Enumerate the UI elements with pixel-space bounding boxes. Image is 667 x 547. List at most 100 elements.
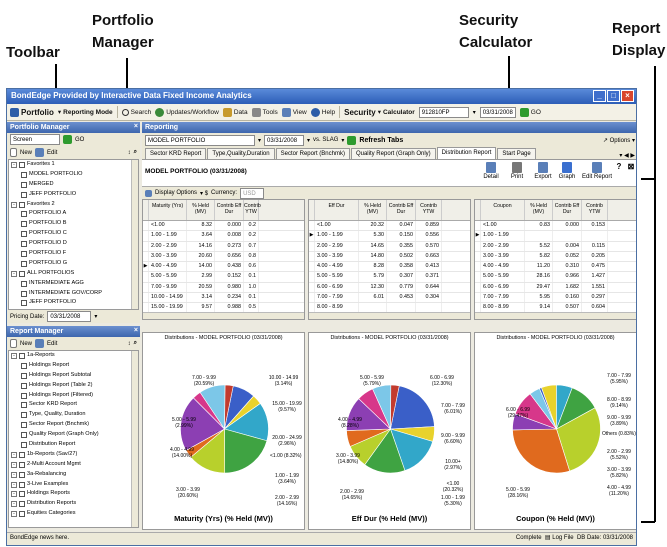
report-tree-folder[interactable]: - 2-Multi Account Mgmt [11,460,138,470]
portfolio-tree-folder[interactable]: - Favorites 2 [11,200,138,210]
portfolio-button[interactable]: Portfolio [10,107,54,117]
column-header[interactable]: Coupon [481,200,525,220]
chevron-down-icon[interactable]: ▾ [307,137,310,144]
table-row[interactable]: ▶ 1.00 - 1.99 [475,231,636,242]
report-tree-folder[interactable]: - 1b-Reports (Sav/27) [11,450,138,460]
table-row[interactable]: 6.00 - 6.99 12.30 0.779 0.644 [309,282,470,294]
table-row[interactable]: ▶ 1.00 - 1.99 5.30 0.150 0.556 [309,231,470,242]
report-tree-item[interactable]: Sector Report (Bnchmk) [11,420,138,430]
column-header[interactable]: % Held (MV) [525,200,553,220]
screen-go-button[interactable]: GO [75,137,84,143]
report-tree-item[interactable]: Distribution Report [11,440,138,450]
table-row[interactable]: 5.00 - 5.99 28.16 0.966 1.427 [475,272,636,283]
tools-button[interactable]: Tools [251,107,278,117]
portfolio-tree-item[interactable]: PORTFOLIO A [11,209,138,219]
cusip-input[interactable]: 912810FP [418,106,469,118]
panel-close-icon[interactable]: × [134,326,138,335]
table-row[interactable]: 6.00 - 6.99 29.47 1.682 1.551 [475,282,636,294]
scrollbar[interactable] [143,312,304,319]
expand-toggle-icon[interactable]: - [11,451,17,458]
report-tree-item[interactable]: Holdings Report (Table 2) [11,381,138,391]
portfolio-tree-item[interactable]: PORTFOLIO F [11,249,138,259]
report-tab[interactable]: Distribution Report [436,147,497,159]
expand-toggle-icon[interactable]: - [11,161,17,168]
edit-report-button[interactable]: Edit [47,341,57,347]
screen-select[interactable]: Screen [10,134,60,145]
print-button[interactable]: Print [506,162,528,180]
portfolio-tree-folder[interactable]: - Favorites 1 [11,160,138,170]
report-tab[interactable]: Quality Report (Graph Only) [350,148,436,159]
table-row[interactable]: <1.00 8.32 0.000 0.2 [143,221,304,232]
column-header[interactable]: % Held (MV) [359,200,387,220]
edit-report-toolbar-button[interactable]: Edit Report [582,162,612,180]
expand-toggle-icon[interactable]: - [11,511,17,518]
portfolio-tree-item[interactable]: PORTFOLIO G [11,259,138,269]
report-tree-item[interactable]: Quality Report (Graph Only) [11,430,138,440]
column-header[interactable]: Contrib Eff Dur [215,200,244,220]
close-icon[interactable]: ⊠ [626,162,636,171]
table-row[interactable]: 7.00 - 9.99 20.59 0.980 1.0 [143,282,304,294]
calc-date-input[interactable]: 03/31/2008 [479,106,516,118]
expand-toggle-icon[interactable]: - [11,481,17,488]
table-row[interactable]: 10.00 - 14.99 3.14 0.234 0.1 [143,293,304,304]
pricing-date-input[interactable]: 03/31/2008 [47,311,92,322]
report-tree-folder[interactable]: - 3-Live Examples [11,480,138,490]
report-tree-folder[interactable]: - 1a-Reports [11,351,138,361]
portfolio-tree-item[interactable]: MODEL PORTFOLIO [11,170,138,180]
help-icon[interactable]: ? [614,162,624,171]
column-header[interactable]: Contrib YTW [582,200,608,220]
options-button[interactable]: ↗ Options ▾ [603,137,635,144]
table-row[interactable]: ▶ 4.00 - 4.99 14.00 0.438 0.6 [143,262,304,273]
column-header[interactable]: % Held (MV) [187,200,215,220]
expand-toggle-icon[interactable]: - [11,201,17,208]
table-row[interactable]: 2.00 - 2.99 14.16 0.273 0.7 [143,241,304,252]
report-tree-folder[interactable]: - 3a-Rebalancing [11,470,138,480]
go-arrow-icon[interactable] [63,135,72,144]
chevron-down-icon[interactable]: ▾ [258,137,261,144]
sort-icon[interactable]: ↕ [128,150,131,156]
portfolio-tree-item[interactable]: MERGED [11,180,138,190]
table-row[interactable]: 2.00 - 2.99 14.65 0.355 0.570 [309,241,470,252]
table-row[interactable]: 3.00 - 3.99 14.80 0.502 0.663 [309,251,470,263]
scrollbar[interactable] [309,312,470,319]
currency-select[interactable]: USD [240,187,265,199]
display-options-button[interactable]: Display Options [155,190,197,196]
new-portfolio-button[interactable]: New [20,150,32,156]
detail-button[interactable]: Detail [480,162,502,180]
maximize-button[interactable]: □ [607,90,620,102]
report-tree-item[interactable]: Holdings Report (Filtered) [11,391,138,401]
scrollbar[interactable] [475,312,636,319]
table-row[interactable]: 4.00 - 4.99 8.28 0.358 0.413 [309,262,470,273]
expand-toggle-icon[interactable]: - [11,270,17,277]
column-header[interactable]: Contrib Eff Dur [553,200,582,220]
new-report-button[interactable]: New [20,341,32,347]
export-button[interactable]: Export [532,162,554,180]
column-header[interactable]: Eff Dur [315,200,359,220]
report-tab[interactable]: Sector KRD Report [145,148,207,159]
reporting-mode-menu[interactable]: ▾ Reporting Mode [58,108,113,117]
table-row[interactable]: 7.00 - 7.99 6.01 0.453 0.304 [309,293,470,304]
portfolio-tree-item[interactable]: PORTFOLIO B [11,219,138,229]
graph-button[interactable]: Graph [556,162,578,180]
portfolio-tree-item[interactable]: PORTFOLIO C [11,229,138,239]
chevron-down-icon[interactable]: ▾ [473,109,476,116]
report-tree-folder[interactable]: - Distribution Reports [11,499,138,509]
log-file-button[interactable]: ▤ Log File [545,535,574,541]
table-row[interactable]: 3.00 - 3.99 5.82 0.052 0.205 [475,251,636,263]
portfolio-tree-item[interactable]: PORTFOLIO D [11,239,138,249]
minimize-button[interactable]: _ [593,90,606,102]
column-header[interactable]: Contrib YTW [416,200,442,220]
panel-close-icon[interactable]: × [134,122,138,131]
table-row[interactable]: 7.00 - 7.99 5.95 0.160 0.297 [475,293,636,304]
expand-toggle-icon[interactable]: - [11,352,17,359]
view-button[interactable]: View [281,107,307,117]
find-icon[interactable]: ⌕ [134,149,137,156]
table-row[interactable]: 1.00 - 1.99 3.64 0.008 0.2 [143,231,304,242]
help-button[interactable]: Help [310,107,335,117]
report-tab[interactable]: Sector Report (Bnchmk) [275,148,350,159]
search-button[interactable]: Search [121,108,151,116]
expand-toggle-icon[interactable]: - [11,461,17,468]
scrollbar[interactable] [131,351,138,527]
portfolio-tree-item[interactable]: INTERMEDIATE GOV/CORP [11,289,138,299]
updates-workflow-button[interactable]: Updates/Workflow [155,107,219,117]
